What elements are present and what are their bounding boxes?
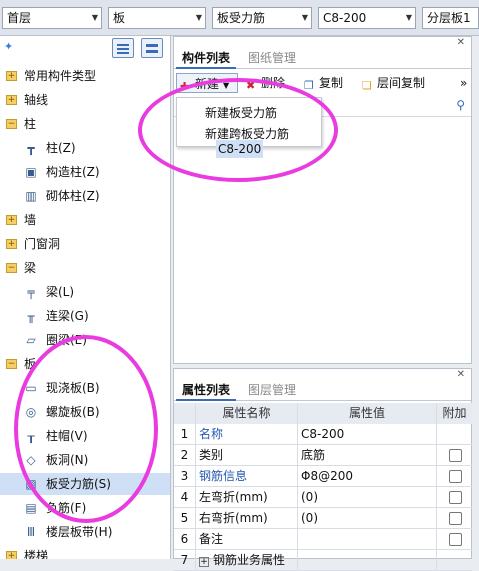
- tree-item-link-beam[interactable]: ╥ 连梁(G): [0, 305, 170, 327]
- tab-property-list[interactable]: 属性列表: [176, 379, 237, 401]
- delete-button[interactable]: ✖ 删除: [246, 73, 285, 93]
- tree-group-wall[interactable]: + 墙: [0, 209, 170, 231]
- tab-drawing-management[interactable]: 图纸管理: [242, 47, 302, 69]
- tree-item-ring-beam[interactable]: ▱ 圈梁(E): [0, 329, 170, 351]
- tree-group-axis[interactable]: + 轴线: [0, 89, 170, 111]
- tree-item-floor-strip[interactable]: Ⅲ 楼层板带(H): [0, 521, 170, 543]
- folder-open-icon: −: [6, 359, 17, 369]
- slab-rebar-icon: ▨: [25, 477, 37, 491]
- negative-rebar-icon: ▤: [25, 501, 37, 515]
- link-beam-icon: ╥: [27, 309, 35, 323]
- properties-tabs: 属性列表 图层管理: [174, 379, 471, 401]
- tree-item-negative-rebar[interactable]: ▤ 负筋(F): [0, 497, 170, 519]
- attach-checkbox[interactable]: [449, 533, 462, 546]
- column-cap-icon: ┰: [27, 429, 35, 443]
- sparkle-icon[interactable]: ✦: [4, 40, 13, 53]
- grid-view-button[interactable]: [141, 38, 163, 58]
- layer-select-value: 分层板1: [427, 11, 471, 25]
- floor-select-value: 首层: [7, 11, 32, 25]
- menu-item-new-slab-rebar[interactable]: 新建板受力筋: [205, 104, 277, 121]
- attach-checkbox[interactable]: [449, 512, 462, 525]
- properties-pane: ✕ 属性列表 图层管理 属性名称 属性值 附加 1 名称 C8-200 2 类别…: [173, 368, 472, 571]
- add-icon: ✚: [180, 80, 190, 93]
- ring-beam-icon: ▱: [26, 333, 36, 347]
- new-button[interactable]: ✚ 新建 ▼: [176, 73, 238, 93]
- tree-item-construct-column[interactable]: ▣ 构造柱(Z): [0, 161, 170, 183]
- delete-icon: ✖: [246, 79, 256, 92]
- tree-group-common[interactable]: + 常用构件类型: [0, 65, 170, 87]
- spec-select-value: C8-200: [323, 11, 367, 25]
- type-select-value: 板受力筋: [217, 11, 266, 25]
- floor-strip-icon: Ⅲ: [26, 525, 36, 539]
- component-toolbar: ✚ 新建 ▼ ✖ 删除 ❐ 复制 ❏ 层间复制 »: [174, 71, 471, 95]
- table-row[interactable]: 7 + 钢筋业务属性: [174, 550, 472, 571]
- folder-open-icon: −: [6, 263, 17, 273]
- tree-item-column-cap[interactable]: ┰ 柱帽(V): [0, 425, 170, 447]
- table-row[interactable]: 5 右弯折(mm) (0): [174, 508, 472, 529]
- masonry-column-icon: ▥: [25, 189, 37, 203]
- folder-open-icon: −: [6, 119, 17, 129]
- chevron-down-icon: ▼: [195, 13, 202, 22]
- table-row[interactable]: 4 左弯折(mm) (0): [174, 487, 472, 508]
- folder-icon: +: [6, 95, 17, 105]
- construct-column-icon: ▣: [25, 165, 37, 179]
- chevron-down-icon: ▼: [301, 13, 308, 22]
- beam-icon: ╤: [27, 285, 35, 299]
- tree-item-masonry-column[interactable]: ▥ 砌体柱(Z): [0, 185, 170, 207]
- category-select-value: 板: [113, 11, 126, 25]
- tree-group-column[interactable]: − 柱: [0, 113, 170, 135]
- tree-item-slab-hole[interactable]: ◇ 板洞(N): [0, 449, 170, 471]
- copy-icon: ❐: [304, 79, 314, 92]
- spiral-slab-icon: ◎: [25, 405, 37, 419]
- floor-copy-icon: ❏: [362, 79, 372, 92]
- chevron-down-icon: ▼: [91, 13, 98, 22]
- more-button[interactable]: »: [460, 73, 467, 93]
- folder-icon: +: [6, 551, 17, 559]
- tree-item-cast-slab[interactable]: ▭ 现浇板(B): [0, 377, 170, 399]
- chevron-down-icon: ▼: [223, 81, 230, 90]
- tree-group-beam[interactable]: − 梁: [0, 257, 170, 279]
- tree-group-slab[interactable]: − 板: [0, 353, 170, 375]
- tree-item-beam[interactable]: ╤ 梁(L): [0, 281, 170, 303]
- tree-item-spiral-slab[interactable]: ◎ 螺旋板(B): [0, 401, 170, 423]
- tab-layer-management[interactable]: 图层管理: [242, 379, 302, 401]
- folder-icon: +: [6, 239, 17, 249]
- folder-icon: +: [6, 71, 17, 81]
- attach-checkbox[interactable]: [449, 491, 462, 504]
- component-item[interactable]: C8-200: [216, 140, 264, 158]
- top-toolbar: 首层 ▼ 板 ▼ 板受力筋 ▼ C8-200 ▼ 分层板1: [0, 0, 479, 36]
- table-row[interactable]: 3 钢筋信息 Φ8@200: [174, 466, 472, 487]
- component-tabs: 构件列表 图纸管理: [174, 47, 471, 69]
- layer-select[interactable]: 分层板1: [422, 7, 479, 29]
- column-icon: ┳: [27, 141, 35, 155]
- attach-checkbox[interactable]: [449, 449, 462, 462]
- component-list-pane: ✕ 构件列表 图纸管理 ✚ 新建 ▼ ✖ 删除 ❐ 复制 ❏ 层间复制 » ⚲ 新建板受力…: [173, 36, 472, 364]
- tree-group-stairs[interactable]: + 楼梯: [0, 545, 170, 559]
- tab-component-list[interactable]: 构件列表: [176, 47, 237, 69]
- right-panel: ✕ 构件列表 图纸管理 ✚ 新建 ▼ ✖ 删除 ❐ 复制 ❏ 层间复制 » ⚲ 新建板受力…: [173, 36, 479, 571]
- table-row[interactable]: 2 类别 底筋: [174, 445, 472, 466]
- chevron-down-icon: ▼: [405, 13, 412, 22]
- slab-icon: ▭: [25, 381, 37, 395]
- spec-select[interactable]: C8-200 ▼: [318, 7, 416, 29]
- tree-group-openings[interactable]: + 门窗洞: [0, 233, 170, 255]
- search-icon[interactable]: ⚲: [456, 98, 465, 112]
- list-view-button[interactable]: [112, 38, 134, 58]
- table-row[interactable]: 6 备注: [174, 529, 472, 550]
- floor-copy-button[interactable]: ❏ 层间复制: [362, 73, 425, 93]
- tree-item-column[interactable]: ┳ 柱(Z): [0, 137, 170, 159]
- floor-select[interactable]: 首层 ▼: [2, 7, 102, 29]
- category-select[interactable]: 板 ▼: [108, 7, 206, 29]
- type-select[interactable]: 板受力筋 ▼: [212, 7, 312, 29]
- attach-checkbox[interactable]: [449, 470, 462, 483]
- tree-toolbar: ✦: [0, 36, 170, 60]
- table-header: 属性名称 属性值 附加: [174, 403, 472, 424]
- component-tree-panel: ✦ + 常用构件类型 + 轴线 − 柱 ┳ 柱(Z) ▣ 构造柱(Z) ▥ 砌体…: [0, 36, 171, 559]
- folder-icon: +: [6, 215, 17, 225]
- copy-button[interactable]: ❐ 复制: [304, 73, 343, 93]
- slab-hole-icon: ◇: [26, 453, 36, 467]
- tree-item-slab-rebar[interactable]: ▨ 板受力筋(S): [0, 473, 170, 495]
- table-row[interactable]: 1 名称 C8-200: [174, 424, 472, 445]
